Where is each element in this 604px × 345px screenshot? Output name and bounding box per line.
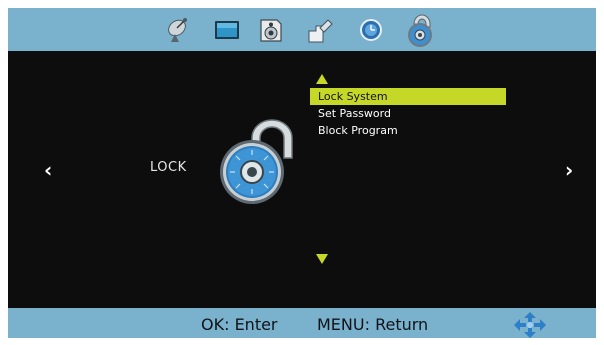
menu-item-block-program[interactable]: Block Program: [310, 122, 506, 139]
menu-return-hint: MENU: Return: [317, 315, 429, 334]
top-tab-bar: [8, 8, 596, 51]
next-page-arrow[interactable]: ›: [565, 158, 573, 182]
lock-menu-list: Lock System Set Password Block Program: [310, 88, 506, 139]
picture-icon[interactable]: [213, 16, 241, 44]
direction-pad-icon: [511, 311, 549, 339]
time-icon[interactable]: [357, 16, 385, 44]
prev-page-arrow[interactable]: ‹: [44, 158, 52, 182]
scroll-up-arrow-icon[interactable]: [316, 74, 328, 84]
menu-item-lock-system[interactable]: Lock System: [310, 88, 506, 105]
page-title: LOCK: [150, 160, 187, 175]
tv-menu-frame: ‹ › LOCK Lock System Set Password Block …: [8, 8, 596, 338]
menu-item-set-password[interactable]: Set Password: [310, 105, 506, 122]
padlock-illustration-icon: [214, 118, 300, 208]
footer-hint-bar: OK: Enter MENU: Return: [8, 308, 596, 338]
ok-enter-hint: OK: Enter: [201, 315, 278, 334]
scroll-down-arrow-icon[interactable]: [316, 254, 328, 264]
settings-icon[interactable]: [306, 16, 334, 44]
satellite-dish-icon[interactable]: [165, 16, 193, 44]
sound-icon[interactable]: [257, 16, 285, 44]
lock-icon[interactable]: [403, 10, 437, 48]
